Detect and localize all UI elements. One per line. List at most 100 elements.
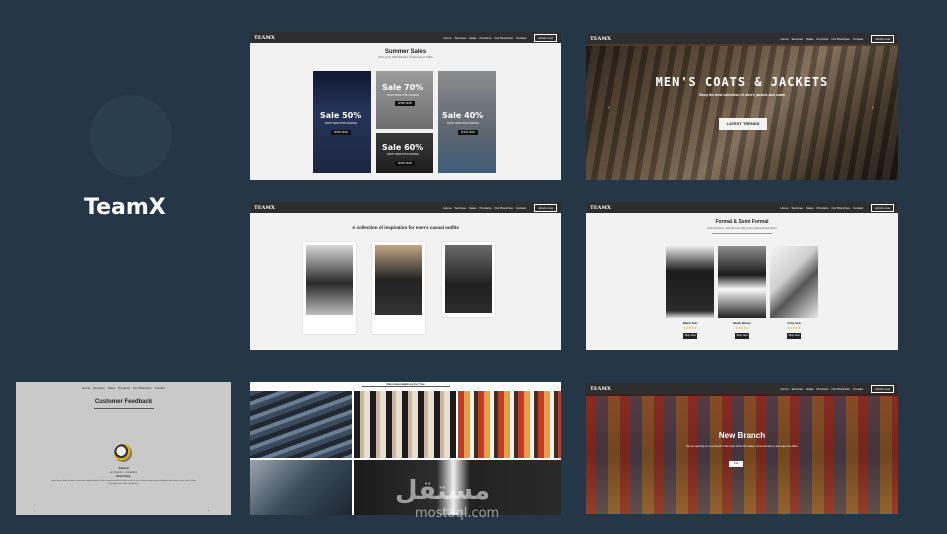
nav-item: Products xyxy=(816,36,829,41)
shop-now-button: SHOP NOW xyxy=(458,130,478,135)
sale-label: Sale 50% xyxy=(320,111,362,120)
site-logo: TEAMX xyxy=(590,204,611,211)
gallery-image xyxy=(250,460,352,515)
nav-item: Sales xyxy=(107,385,116,390)
gallery-image xyxy=(250,391,352,458)
chevron-right-icon: › xyxy=(872,105,874,111)
reviewer-company: Brand Shop xyxy=(116,475,131,478)
product-card: Black Suit ★★★★★ Shop Now xyxy=(666,246,714,339)
section-title: A collection of inspiration for men's ca… xyxy=(352,225,459,230)
nav-item: Products xyxy=(479,35,492,40)
product-card: Gray Suit ★★★★★ Shop Now xyxy=(770,246,818,339)
product-photo xyxy=(770,246,818,318)
nav-item: Products xyxy=(479,205,492,210)
outfit-card xyxy=(303,242,356,334)
nav-item: Home xyxy=(780,386,789,391)
outfit-photo xyxy=(306,245,353,315)
nav-item: Sales xyxy=(469,205,477,210)
shop-now-button: Shop Now xyxy=(787,333,801,339)
shop-now-button: SHOP NOW xyxy=(395,101,415,106)
nav-item: Sales xyxy=(806,36,814,41)
nav-item: Services xyxy=(791,36,804,41)
screenshot-summer-sales[interactable]: TEAMX Home Services Sales Products Our B… xyxy=(250,32,561,180)
nav-item: Sales xyxy=(806,386,814,391)
nav-item: Home xyxy=(780,205,789,210)
gallery-image xyxy=(458,391,561,458)
site-logo: TEAMX xyxy=(590,385,611,392)
site-navbar: TEAMX Home Services Sales Products Our B… xyxy=(250,32,561,43)
rating-stars: ★★★★★ xyxy=(683,326,697,330)
divider xyxy=(362,386,450,387)
nav-item: Our Branches xyxy=(494,205,513,210)
nav-item: Sales xyxy=(469,35,477,40)
nav-item: Contact xyxy=(515,205,527,210)
nav-item: Our Branches xyxy=(831,36,850,41)
chevron-right-icon: › xyxy=(208,508,210,513)
nav-item: Our Branches xyxy=(494,35,513,40)
nav-cta: what's new xyxy=(871,34,894,43)
divider xyxy=(93,408,154,409)
nav-item: Products xyxy=(816,386,829,391)
watermark-arabic: مستقل xyxy=(395,476,491,506)
screenshot-formal[interactable]: TEAMX Home Services Sales Products Our B… xyxy=(586,202,898,350)
product-photo xyxy=(666,246,714,318)
nav-menu: Home Services Sales Products Our Branche… xyxy=(444,206,527,210)
sale-label: Sale 70% xyxy=(382,83,424,92)
nav-item: Home xyxy=(780,36,789,41)
section-subtitle: Don't go for 1000 Solutions on Summer or… xyxy=(378,56,433,59)
nav-item: Contact xyxy=(852,386,864,391)
sale-card: Sale 50% DON'T MISS THIS CHANCE SHOP NOW xyxy=(313,71,371,173)
section-subtitle: Only the finest - look the best chip, at… xyxy=(707,227,777,230)
nav-item: Contact xyxy=(852,205,864,210)
sale-card: Sale 60% DON'T MISS THIS CHANCE SHOP NOW xyxy=(376,133,433,173)
nav-item: Our Branches xyxy=(831,205,850,210)
hero-title: MEN'S COATS & JACKETS xyxy=(655,75,829,89)
nav-cta: what's new xyxy=(871,203,894,212)
rating-stars: ★★★★★ xyxy=(787,326,801,330)
site-navbar: TEAMX Home Services Sales Products Our B… xyxy=(586,202,898,213)
gallery-image xyxy=(354,391,456,458)
product-card: Black Blazer ★★★★★ Shop Now xyxy=(718,246,766,339)
visit-button: Visit xyxy=(729,461,743,467)
nav-item: Services xyxy=(791,386,804,391)
divider xyxy=(712,233,772,234)
reviewer-role: Art Director — Networks xyxy=(110,471,137,474)
screenshot-new-branch[interactable]: TEAMX Home Services Sales Products Our B… xyxy=(586,383,898,514)
outfit-photo xyxy=(375,245,422,315)
nav-cta: what's new xyxy=(534,203,557,212)
nav-menu: Home Services Sales Products Our Branche… xyxy=(781,387,864,391)
watermark: مستقل mostaql.com xyxy=(395,476,499,521)
outfit-card xyxy=(372,242,425,334)
site-logo: TEAMX xyxy=(254,204,275,211)
sale-note: DON'T MISS THIS CHANCE xyxy=(447,122,479,125)
hero-subtitle: We are opening our new branch in the hea… xyxy=(686,445,798,448)
sale-label: Sale 40% xyxy=(442,111,484,120)
hero-subtitle: Shop the best collection of men's jacket… xyxy=(699,93,785,97)
reviewer-name: Ahmed xyxy=(118,466,129,470)
nav-menu: Home Services Sales Products Our Branche… xyxy=(82,386,165,390)
nav-item: Services xyxy=(454,205,467,210)
nav-item: Products xyxy=(816,205,829,210)
avatar xyxy=(114,444,132,462)
product-name: Black Suit xyxy=(682,321,698,325)
nav-item: Our Branches xyxy=(133,385,152,390)
hero-image xyxy=(586,396,898,514)
product-photo xyxy=(718,246,766,318)
sale-note: DON'T MISS THIS CHANCE xyxy=(325,122,357,125)
site-navbar: TEAMX Home Services Sales Products Our B… xyxy=(586,33,898,44)
hero-title: New Branch xyxy=(718,431,766,440)
screenshot-casual-inspiration[interactable]: TEAMX Home Services Sales Products Our B… xyxy=(250,202,561,350)
nav-cta: what's new xyxy=(534,33,557,42)
nav-item: Services xyxy=(93,385,105,390)
nav-cta: what's new xyxy=(871,384,894,393)
screenshot-coats-hero[interactable]: TEAMX Home Services Sales Products Our B… xyxy=(586,33,898,180)
shop-now-button: SHOP NOW xyxy=(331,130,351,135)
rating-stars: ★★★★★ xyxy=(735,326,749,330)
nav-item: Sales xyxy=(806,205,814,210)
product-name: Black Blazer xyxy=(733,321,751,325)
sale-card: Sale 40% DON'T MISS THIS CHANCE SHOP NOW xyxy=(438,71,496,173)
shop-now-button: Shop Now xyxy=(683,333,697,339)
site-navbar: TEAMX Home Services Sales Products Our B… xyxy=(250,202,561,213)
screenshot-customer-feedback[interactable]: Home Services Sales Products Our Branche… xyxy=(16,382,231,515)
site-logo: TEAMX xyxy=(254,34,275,41)
